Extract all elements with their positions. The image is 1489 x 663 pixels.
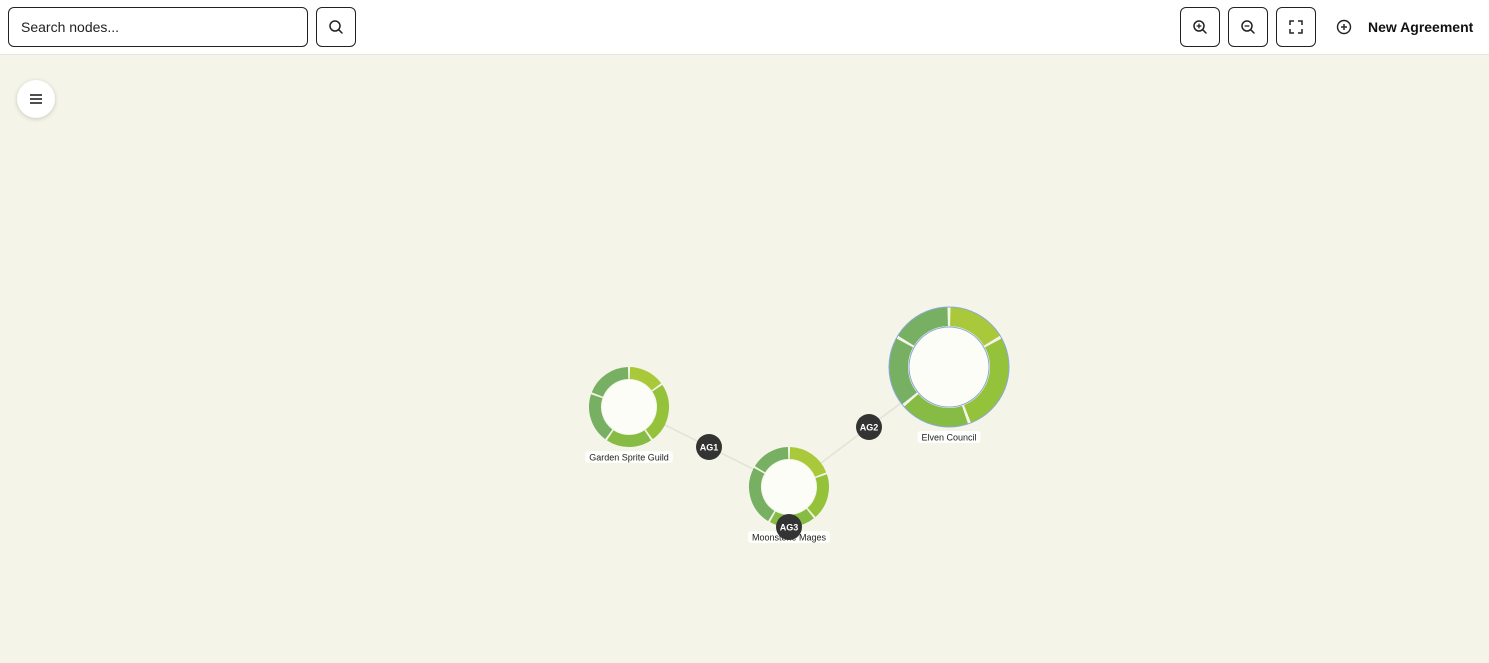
search-input[interactable] <box>8 7 308 47</box>
agreement-badge[interactable]: AG3 <box>776 514 802 540</box>
fit-view-button[interactable] <box>1276 7 1316 47</box>
node-ring-segment <box>606 430 652 447</box>
node-ring-segment <box>889 338 918 405</box>
new-agreement-button[interactable]: New Agreement <box>1330 7 1480 47</box>
agreement-badge-label: AG2 <box>860 423 879 433</box>
graph-node[interactable]: Garden Sprite Guild <box>585 367 673 463</box>
new-agreement-label: New Agreement <box>1368 19 1474 35</box>
plus-circle-icon <box>1330 13 1358 41</box>
search-icon <box>329 20 343 34</box>
fullscreen-icon <box>1289 20 1303 34</box>
zoom-in-button[interactable] <box>1180 7 1220 47</box>
node-label: Garden Sprite Guild <box>589 453 669 463</box>
node-label: Elven Council <box>921 433 976 443</box>
graph-node[interactable]: Elven Council <box>888 306 1010 443</box>
agreement-badge[interactable]: AG2 <box>856 414 882 440</box>
zoom-out-button[interactable] <box>1228 7 1268 47</box>
node-center <box>762 460 816 514</box>
zoom-out-icon <box>1241 20 1255 34</box>
search-button[interactable] <box>316 7 356 47</box>
zoom-in-icon <box>1193 20 1207 34</box>
agreement-badge[interactable]: AG1 <box>696 434 722 460</box>
network-graph[interactable]: Garden Sprite GuildMoonstone MagesElven … <box>0 56 1489 663</box>
node-center <box>602 380 656 434</box>
agreement-badge-label: AG1 <box>700 443 719 453</box>
top-toolbar: New Agreement <box>0 0 1489 55</box>
graph-nodes: Garden Sprite GuildMoonstone MagesElven … <box>585 306 1010 543</box>
agreement-badge-label: AG3 <box>780 523 799 533</box>
